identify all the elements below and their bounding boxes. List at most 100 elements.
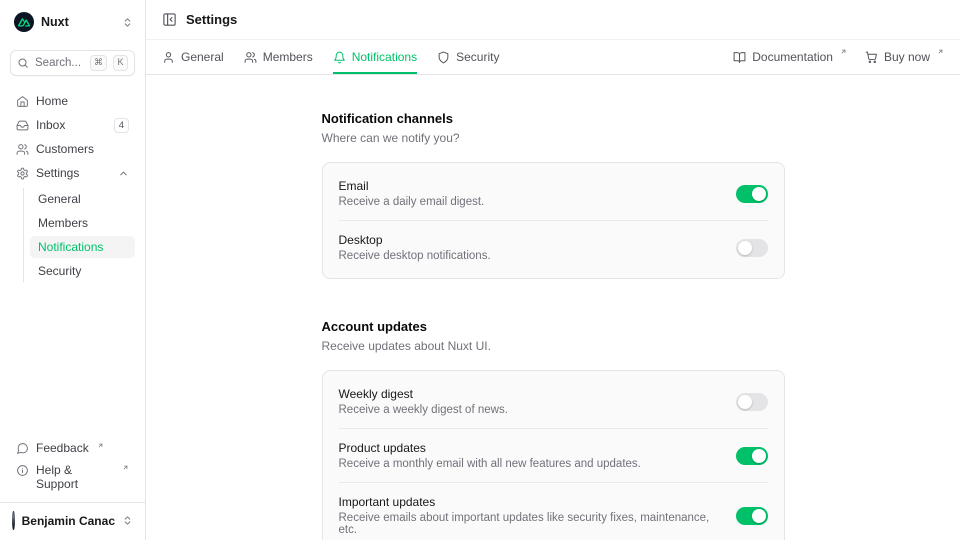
- setting-title: Email: [339, 179, 485, 193]
- email-toggle[interactable]: [736, 185, 768, 203]
- setting-row-important-updates: Important updates Receive emails about i…: [323, 483, 784, 540]
- documentation-label: Documentation: [752, 50, 833, 64]
- user-name: Benjamin Canac: [22, 514, 115, 528]
- settings-card: Weekly digest Receive a weekly digest of…: [322, 370, 785, 540]
- external-link-icon: [840, 48, 847, 55]
- chevrons-up-down-icon: [122, 515, 133, 526]
- weekly-digest-toggle[interactable]: [736, 393, 768, 411]
- help-support-label: Help & Support: [36, 463, 114, 491]
- setting-title: Important updates: [339, 495, 720, 509]
- sidebar-item-label: Customers: [36, 142, 129, 156]
- tab-general[interactable]: General: [162, 40, 224, 74]
- settings-card: Email Receive a daily email digest. Desk…: [322, 162, 785, 279]
- bell-icon: [333, 51, 346, 64]
- settings-subnav: General Members Notifications Security: [23, 188, 135, 282]
- section-subtitle: Receive updates about Nuxt UI.: [322, 339, 785, 353]
- feedback-label: Feedback: [36, 441, 89, 455]
- setting-description: Receive a monthly email with all new fea…: [339, 458, 641, 470]
- team-switcher[interactable]: Nuxt: [10, 10, 135, 34]
- section-subtitle: Where can we notify you?: [322, 131, 785, 145]
- section-notification-channels: Notification channels Where can we notif…: [322, 111, 785, 279]
- tab-label: Notifications: [352, 50, 417, 64]
- sidebar-item-label: Home: [36, 94, 129, 108]
- page-header: Settings: [146, 0, 960, 40]
- shopping-cart-icon: [865, 51, 878, 64]
- main-panel: Settings General Members Notifications S…: [146, 0, 960, 540]
- setting-title: Desktop: [339, 233, 491, 247]
- setting-description: Receive a weekly digest of news.: [339, 404, 508, 416]
- search-input[interactable]: Search... ⌘ K: [10, 50, 135, 76]
- message-bubble-icon: [16, 442, 29, 455]
- sidebar-footer: Feedback Help & Support: [10, 438, 135, 502]
- chevrons-up-down-icon: [122, 17, 133, 28]
- kbd-k: K: [113, 55, 128, 71]
- sidebar-item-customers[interactable]: Customers: [10, 138, 135, 160]
- external-link-icon: [97, 442, 104, 449]
- sidebar-item-label: Settings: [36, 166, 111, 180]
- tab-notifications[interactable]: Notifications: [333, 40, 417, 74]
- product-updates-toggle[interactable]: [736, 447, 768, 465]
- home-icon: [16, 95, 29, 108]
- search-placeholder: Search...: [35, 57, 84, 69]
- setting-description: Receive desktop notifications.: [339, 250, 491, 262]
- setting-row-desktop: Desktop Receive desktop notifications.: [323, 221, 784, 274]
- help-support-link[interactable]: Help & Support: [10, 460, 135, 494]
- inbox-icon: [16, 119, 29, 132]
- sidebar-item-home[interactable]: Home: [10, 90, 135, 112]
- page-title: Settings: [186, 12, 237, 27]
- sidebar-item-settings[interactable]: Settings: [10, 162, 135, 184]
- desktop-toggle[interactable]: [736, 239, 768, 257]
- user-menu[interactable]: Benjamin Canac: [0, 502, 145, 532]
- setting-description: Receive a daily email digest.: [339, 196, 485, 208]
- external-link-icon: [937, 48, 944, 55]
- external-link-icon: [122, 464, 129, 471]
- chevron-up-icon: [118, 168, 129, 179]
- buy-now-link[interactable]: Buy now: [865, 50, 944, 64]
- setting-row-product-updates: Product updates Receive a monthly email …: [323, 429, 784, 482]
- feedback-link[interactable]: Feedback: [10, 438, 135, 458]
- sidebar-item-members[interactable]: Members: [30, 212, 135, 234]
- setting-row-email: Email Receive a daily email digest.: [323, 167, 784, 220]
- tab-bar: General Members Notifications Security: [162, 40, 499, 74]
- sidebar-item-notifications[interactable]: Notifications: [30, 236, 135, 258]
- inbox-count-badge: 4: [114, 118, 129, 133]
- header-links: Documentation Buy now: [733, 50, 944, 64]
- setting-title: Product updates: [339, 441, 641, 455]
- avatar: [12, 511, 15, 530]
- buy-now-label: Buy now: [884, 50, 930, 64]
- kbd-meta: ⌘: [90, 55, 107, 71]
- panel-left-close-icon: [162, 12, 177, 27]
- setting-row-weekly-digest: Weekly digest Receive a weekly digest of…: [323, 375, 784, 428]
- tab-security[interactable]: Security: [437, 40, 499, 74]
- shield-icon: [437, 51, 450, 64]
- book-open-icon: [733, 51, 746, 64]
- collapse-sidebar-button[interactable]: [162, 12, 177, 27]
- sidebar-item-label: Inbox: [36, 118, 107, 132]
- section-title: Notification channels: [322, 111, 785, 126]
- tab-label: Members: [263, 50, 313, 64]
- documentation-link[interactable]: Documentation: [733, 50, 847, 64]
- users-icon: [16, 143, 29, 156]
- sidebar-nav: Home Inbox 4 Customers Settings General …: [10, 90, 135, 282]
- sidebar-item-inbox[interactable]: Inbox 4: [10, 114, 135, 136]
- nuxt-logo-icon: [14, 12, 34, 32]
- tab-label: General: [181, 50, 224, 64]
- setting-title: Weekly digest: [339, 387, 508, 401]
- sidebar-item-general[interactable]: General: [30, 188, 135, 210]
- search-icon: [17, 57, 29, 69]
- content-area: Notification channels Where can we notif…: [146, 75, 960, 540]
- sidebar-item-security[interactable]: Security: [30, 260, 135, 282]
- section-title: Account updates: [322, 319, 785, 334]
- sidebar-spacer: [10, 282, 135, 438]
- user-icon: [162, 51, 175, 64]
- team-name: Nuxt: [41, 15, 115, 29]
- gear-icon: [16, 167, 29, 180]
- tab-members[interactable]: Members: [244, 40, 313, 74]
- sidebar: Nuxt Search... ⌘ K Home Inbox 4 Customer…: [0, 0, 146, 540]
- tab-label: Security: [456, 50, 499, 64]
- toolbar: General Members Notifications Security D…: [146, 40, 960, 75]
- section-account-updates: Account updates Receive updates about Nu…: [322, 319, 785, 540]
- setting-description: Receive emails about important updates l…: [339, 512, 720, 536]
- important-updates-toggle[interactable]: [736, 507, 768, 525]
- info-circle-icon: [16, 464, 29, 477]
